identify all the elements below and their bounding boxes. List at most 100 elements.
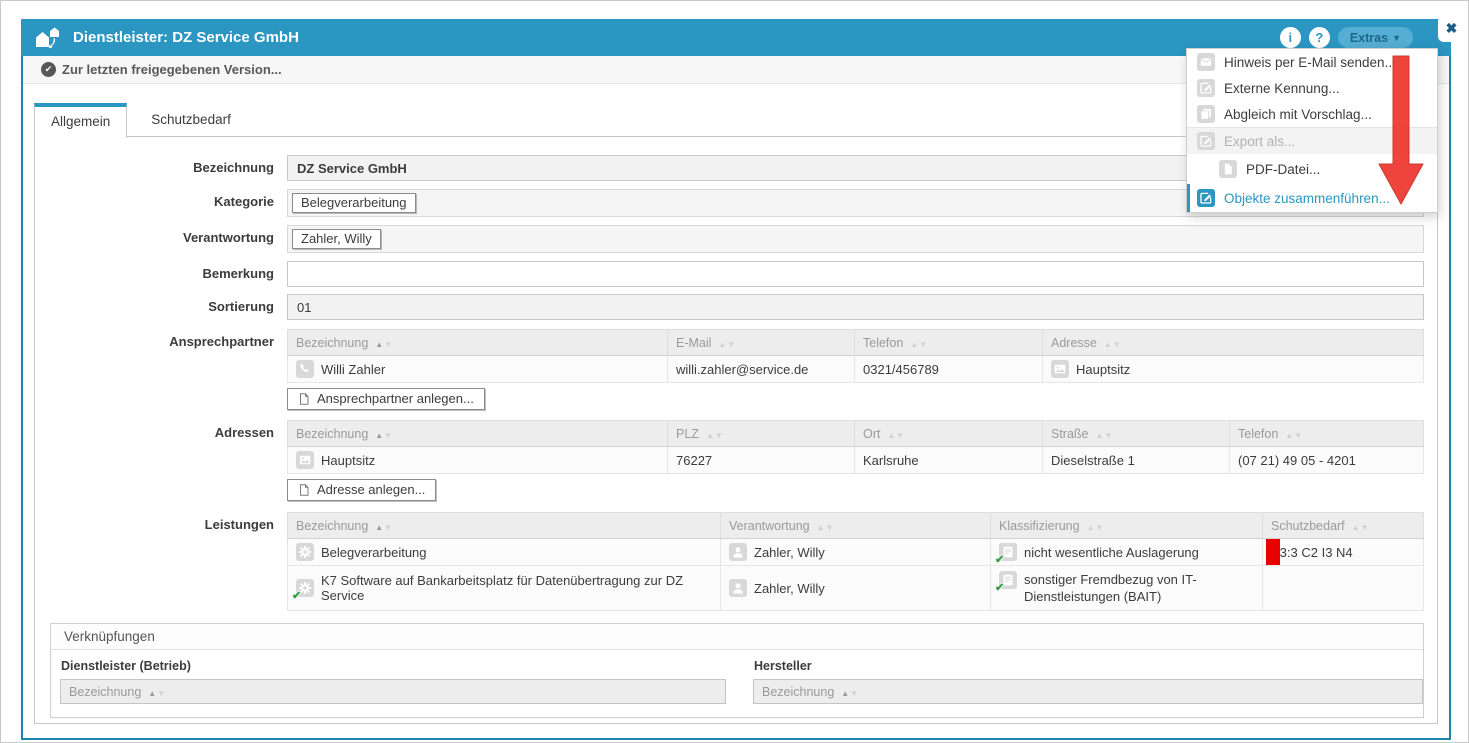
column-header[interactable]: Telefon▲▼ — [855, 330, 1043, 356]
sort-icon: ▲▼ — [375, 519, 393, 533]
person-icon — [729, 579, 747, 597]
verantwortung-row: Verantwortung Zahler, Willy — [35, 225, 1424, 253]
ansprechpartner-table: Bezeichnung▲▼ E-Mail▲▼ Telefon▲▼ Adresse… — [287, 329, 1424, 383]
column-header[interactable]: Adresse▲▼ — [1043, 330, 1424, 356]
empty-table-header[interactable]: Bezeichnung ▲▼ — [60, 679, 726, 704]
kategorie-label: Kategorie — [35, 189, 287, 217]
schutzbedarf-value: A3:3 C2 I3 N4 — [1271, 545, 1353, 560]
hersteller-column: Hersteller Bezeichnung ▲▼ — [753, 659, 1423, 704]
sortierung-field: 01 — [287, 294, 1424, 320]
dienstleister-betrieb-column: Dienstleister (Betrieb) Bezeichnung ▲▼ — [60, 659, 726, 704]
red-arrow-annotation — [1373, 54, 1433, 209]
column-header[interactable]: Schutzbedarf▲▼ — [1263, 513, 1424, 539]
bemerkung-row: Bemerkung — [35, 261, 1424, 287]
column-header[interactable]: E-Mail▲▼ — [668, 330, 855, 356]
green-check-icon: ✔ — [292, 589, 301, 602]
sort-icon: ▲▼ — [718, 336, 736, 350]
column-header[interactable]: Straße▲▼ — [1043, 421, 1230, 447]
table-row[interactable]: Hauptsitz 76227 Karlsruhe Dieselstraße 1… — [288, 447, 1424, 474]
leistungen-table: Bezeichnung▲▼ Verantwortung▲▼ Klassifizi… — [287, 512, 1424, 611]
sort-icon: ▲▼ — [706, 427, 724, 441]
ansprechpartner-label: Ansprechpartner — [35, 329, 287, 410]
extras-button[interactable]: Extras ▼ — [1338, 27, 1413, 48]
dienstleister-betrieb-label: Dienstleister (Betrieb) — [61, 659, 726, 673]
empty-table-header[interactable]: Bezeichnung ▲▼ — [753, 679, 1423, 704]
classification-doc-icon: ✔ — [999, 571, 1017, 589]
person-icon — [729, 543, 747, 561]
sortierung-label: Sortierung — [35, 294, 287, 320]
adresse-anlegen-button[interactable]: Adresse anlegen... — [287, 479, 436, 501]
adressen-table: Bezeichnung▲▼ PLZ▲▼ Ort▲▼ Straße▲▼ Telef… — [287, 420, 1424, 474]
sort-icon: ▲▼ — [1096, 427, 1114, 441]
tab-allgemein[interactable]: Allgemein — [34, 103, 127, 138]
copy-icon — [1197, 105, 1215, 123]
column-header[interactable]: Ort▲▼ — [855, 421, 1043, 447]
sort-icon: ▲▼ — [375, 427, 393, 441]
table-row[interactable]: ✔ K7 Software auf Bankarbeitsplatz für D… — [288, 566, 1424, 611]
column-header[interactable]: Bezeichnung▲▼ — [288, 330, 668, 356]
table-row[interactable]: Belegverarbeitung Zahler, Willy ✔ nicht … — [288, 539, 1424, 566]
verknuepfungen-section: Verknüpfungen Dienstleister (Betrieb) Be… — [50, 623, 1424, 718]
sort-icon: ▲▼ — [1352, 519, 1370, 533]
bemerkung-label: Bemerkung — [35, 261, 287, 287]
schutzbedarf-red-indicator — [1266, 539, 1280, 565]
contact-phone-icon — [296, 360, 314, 378]
column-header[interactable]: Verantwortung▲▼ — [721, 513, 991, 539]
address-icon — [296, 451, 314, 469]
tab-schutzbedarf[interactable]: Schutzbedarf — [127, 103, 255, 137]
leistungen-label: Leistungen — [35, 512, 287, 611]
table-row[interactable]: Willi Zahler willi.zahler@service.de 032… — [288, 356, 1424, 383]
green-check-icon: ✔ — [995, 581, 1004, 594]
edit-square-icon — [1197, 132, 1215, 150]
sort-icon: ▲▼ — [1087, 519, 1105, 533]
column-header[interactable]: Bezeichnung▲▼ — [288, 421, 668, 447]
column-header[interactable]: Bezeichnung▲▼ — [288, 513, 721, 539]
service-gear-icon: ✔ — [296, 579, 314, 597]
dienstleister-icon — [35, 26, 61, 50]
tab-strip: Allgemein Schutzbedarf — [34, 101, 255, 137]
verantwortung-field: Zahler, Willy — [287, 225, 1424, 253]
leistungen-section: Leistungen Bezeichnung▲▼ Verantwortung▲▼… — [35, 512, 1424, 611]
new-page-icon — [298, 393, 310, 405]
verantwortung-label: Verantwortung — [35, 225, 287, 253]
help-icon[interactable]: ? — [1309, 27, 1330, 48]
ansprechpartner-anlegen-button[interactable]: Ansprechpartner anlegen... — [287, 388, 485, 410]
column-header[interactable]: Telefon▲▼ — [1230, 421, 1424, 447]
service-gear-icon — [296, 543, 314, 561]
app-screenshot: Dienstleister: DZ Service GmbH i ? Extra… — [0, 0, 1469, 743]
page-title: Dienstleister: DZ Service GmbH — [73, 29, 299, 46]
envelope-icon — [1197, 53, 1215, 71]
sort-icon: ▲▼ — [817, 519, 835, 533]
column-header[interactable]: Klassifizierung▲▼ — [991, 513, 1263, 539]
sort-icon: ▲▼ — [148, 685, 166, 699]
chevron-down-icon: ▼ — [1392, 33, 1401, 43]
adressen-label: Adressen — [35, 420, 287, 501]
merge-edit-icon — [1197, 189, 1215, 207]
sort-icon: ▲▼ — [1285, 427, 1303, 441]
classification-doc-icon: ✔ — [999, 543, 1017, 561]
sortierung-row: Sortierung 01 — [35, 294, 1424, 320]
address-icon — [1051, 360, 1069, 378]
kategorie-chip[interactable]: Belegverarbeitung — [292, 193, 416, 213]
column-header[interactable]: PLZ▲▼ — [668, 421, 855, 447]
close-icon[interactable]: ✖ — [1438, 15, 1465, 42]
verknuepfungen-title: Verknüpfungen — [51, 624, 1423, 650]
bemerkung-input[interactable] — [287, 261, 1424, 287]
hersteller-label: Hersteller — [754, 659, 1423, 673]
new-page-icon — [298, 484, 310, 496]
check-circle-icon: ✔ — [41, 62, 56, 77]
edit-square-icon — [1197, 79, 1215, 97]
bezeichnung-label: Bezeichnung — [35, 155, 287, 181]
sort-icon: ▲▼ — [375, 336, 393, 350]
green-check-icon: ✔ — [995, 553, 1004, 566]
sort-icon: ▲▼ — [1104, 336, 1122, 350]
verantwortung-chip[interactable]: Zahler, Willy — [292, 229, 381, 249]
info-icon[interactable]: i — [1280, 27, 1301, 48]
sort-icon: ▲▼ — [887, 427, 905, 441]
ansprechpartner-section: Ansprechpartner Bezeichnung▲▼ E-Mail▲▼ T… — [35, 329, 1424, 410]
sort-icon: ▲▼ — [910, 336, 928, 350]
tab-panel-allgemein: Bezeichnung DZ Service GmbH Kategorie Be… — [34, 136, 1438, 724]
pdf-file-icon — [1219, 160, 1237, 178]
last-released-version-link[interactable]: Zur letzten freigegebenen Version... — [62, 62, 282, 77]
sort-icon: ▲▼ — [841, 685, 859, 699]
